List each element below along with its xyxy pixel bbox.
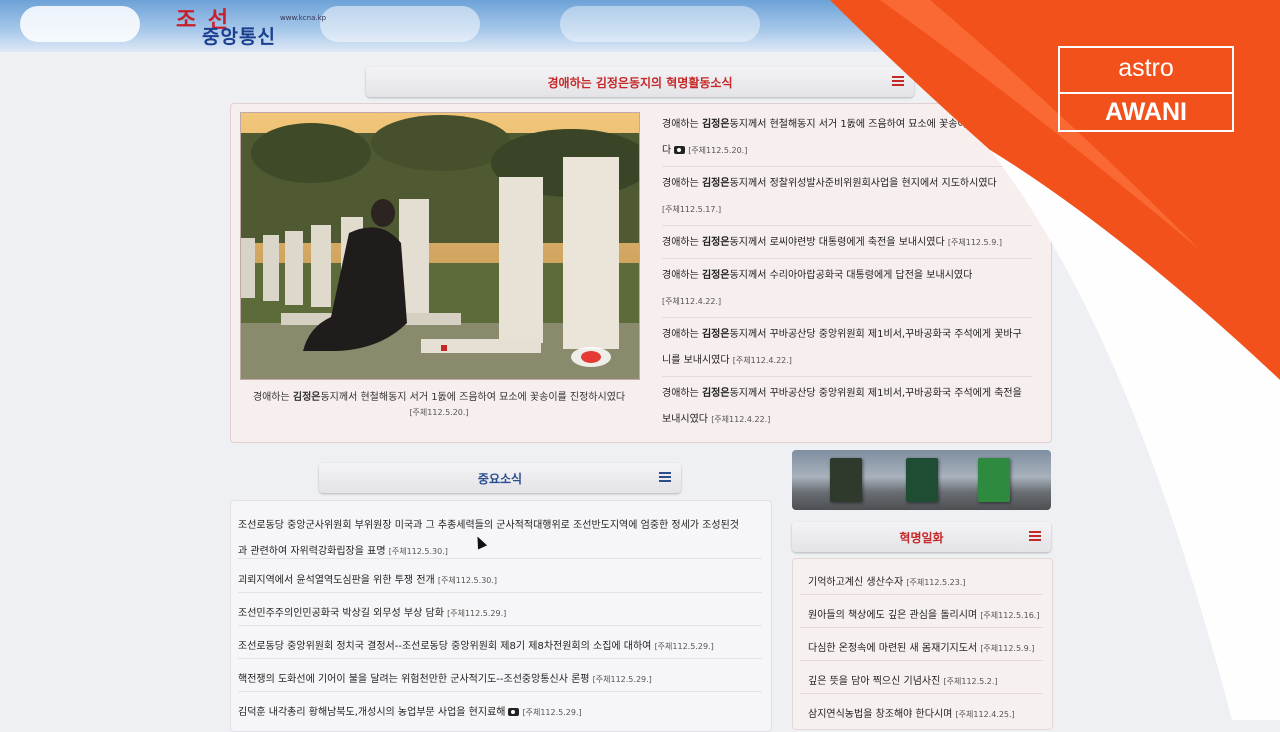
important-news-item[interactable]: 핵전쟁의 도화선에 기어이 불을 달려는 위험천만한 군사적기도--조선중앙통신… xyxy=(238,670,652,685)
logo-bottom-text: 중앙통신 xyxy=(202,26,276,48)
important-news-item[interactable]: 조선민주주의인민공화국 박상길 외무성 부상 담화 [주체112.5.29.] xyxy=(238,604,506,619)
book-cover xyxy=(978,458,1010,502)
revolution-stories-title-bar[interactable]: 혁명일화 xyxy=(792,522,1051,552)
leader-news-list: 경애하는 김정은동지께서 현철해동지 서거 1돐에 즈음하여 묘소에 꽃송이를 … xyxy=(662,112,1032,433)
revolution-stories-title: 혁명일화 xyxy=(899,530,944,545)
revolution-story-item[interactable]: 원아들의 책상에도 깊은 관심을 돌리시며 [주체112.5.16.] xyxy=(808,606,1039,621)
revolution-story-item[interactable]: 다심한 온정속에 마련된 새 몸재기지도서 [주체112.5.9.] xyxy=(808,639,1034,654)
revolution-story-item[interactable]: 깊은 뜻을 담아 찍으신 기념사진 [주체112.5.2.] xyxy=(808,672,998,687)
caption-text: 동지께서 현철해동지 서거 1돐에 즈음하여 묘소에 꽃송이를 진정하시였다 xyxy=(320,392,626,403)
list-menu-icon[interactable] xyxy=(1029,531,1041,542)
camera-icon xyxy=(674,146,686,154)
important-news-item[interactable]: 김덕훈 내각총리 황해남북도,개성시의 농업부문 사업을 현지료해 [주체112.… xyxy=(238,703,582,718)
caption-prefix: 경애하는 xyxy=(252,392,293,403)
astro-awani-logo: astro AWANI xyxy=(1058,46,1234,132)
books-banner[interactable] xyxy=(792,450,1051,510)
leader-news-item[interactable]: 경애하는 김정은동지께서 수리아아랍공화국 대통령에게 답전을 보내시였다 [주… xyxy=(662,263,1032,315)
leader-news-item[interactable]: 경애하는 김정은동지께서 정찰위성발사준비위원회사업을 현지에서 지도하시였다 … xyxy=(662,171,1032,223)
list-menu-icon[interactable] xyxy=(892,76,904,87)
revolution-story-item[interactable]: 기억하고계신 생산수자 [주체112.5.23.] xyxy=(808,573,966,588)
leader-news-item[interactable]: 경애하는 김정은동지께서 꾸바공산당 중앙위원회 제1비서,꾸바공화국 주석에게… xyxy=(662,381,1032,433)
book-cover xyxy=(830,458,862,502)
important-news-item[interactable]: 조선로동당 중앙위원회 정치국 결정서--조선로동당 중앙위원회 제8기 제8차… xyxy=(238,637,714,652)
kcna-logo[interactable]: 조 선 중앙통신 www.kcna.kp xyxy=(176,2,336,48)
book-cover xyxy=(906,458,938,502)
list-menu-icon[interactable] xyxy=(659,472,671,483)
camera-icon xyxy=(508,708,520,716)
leader-news-title: 경애하는 김정은동지의 혁명활동소식 xyxy=(547,75,733,90)
leader-news-item[interactable]: 경애하는 김정은동지께서 꾸바공산당 중앙위원회 제1비서,꾸바공화국 주석에게… xyxy=(662,322,1032,374)
site-header: 조 선 중앙통신 www.kcna.kp xyxy=(0,0,1280,52)
important-news-title-bar[interactable]: 중요소식 xyxy=(319,463,681,493)
logo-url: www.kcna.kp xyxy=(280,14,327,22)
caption-name: 김정은 xyxy=(292,392,321,403)
astro-logo-text: astro xyxy=(1118,54,1174,82)
awani-logo-text: AWANI xyxy=(1105,98,1187,126)
leader-news-item[interactable]: 경애하는 김정은동지께서 로씨야련방 대통령에게 축전을 보내시였다 [주체11… xyxy=(662,230,1032,256)
leader-news-title-bar[interactable]: 경애하는 김정은동지의 혁명활동소식 xyxy=(366,67,914,97)
leader-news-item[interactable]: 경애하는 김정은동지께서 현철해동지 서거 1돐에 즈음하여 묘소에 꽃송이를 … xyxy=(662,112,1032,164)
revolution-story-item[interactable]: 삼지연식농법을 창조해야 한다시며 [주체112.4.25.] xyxy=(808,705,1015,720)
important-news-title: 중요소식 xyxy=(477,471,523,486)
featured-photo[interactable] xyxy=(240,112,640,380)
cemetery-photo-image xyxy=(241,113,639,379)
caption-date: [주체112.5.20.] xyxy=(409,408,469,417)
featured-photo-caption[interactable]: 경애하는 김정은동지께서 현철해동지 서거 1돐에 즈음하여 묘소에 꽃송이를 … xyxy=(240,388,638,418)
important-news-item[interactable]: 괴뢰지역에서 윤석열역도심판을 위한 투쟁 전개 [주체112.5.30.] xyxy=(238,571,497,586)
